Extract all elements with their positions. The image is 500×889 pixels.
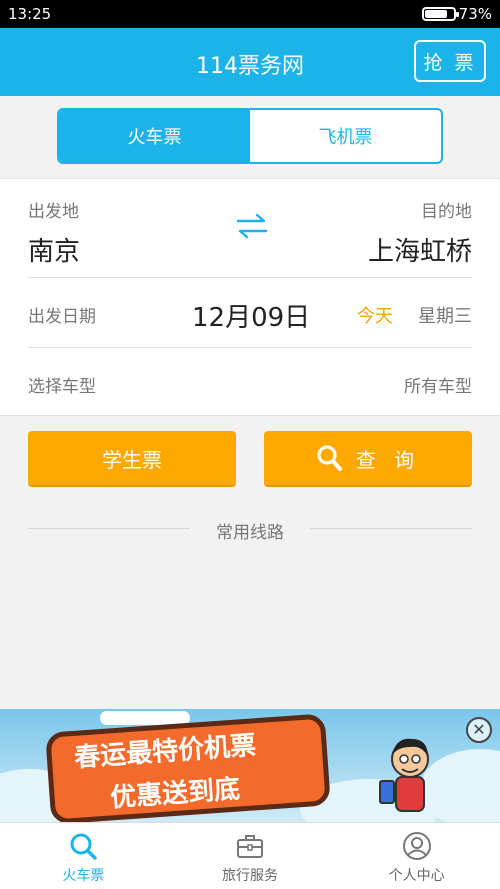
search-icon — [317, 445, 342, 471]
divider — [310, 528, 472, 529]
close-banner-icon[interactable]: ✕ — [466, 717, 492, 743]
tabbar-label: 旅行服务 — [222, 868, 278, 884]
student-ticket-label: 学生票 — [102, 447, 162, 472]
tabbar-item-profile[interactable]: 个人中心 — [333, 823, 500, 889]
divider — [28, 277, 472, 278]
query-button[interactable]: 查 询 — [264, 431, 472, 487]
departure-date[interactable]: 12月09日 — [192, 297, 310, 334]
tabbar-label: 火车票 — [62, 868, 105, 884]
tab-train-ticket[interactable]: 火车票 — [59, 110, 250, 162]
to-city[interactable]: 上海虹桥 — [368, 231, 472, 268]
weekday-label: 星期三 — [418, 306, 472, 327]
train-type-label[interactable]: 选择车型 — [28, 372, 96, 397]
status-bar: 13:25 73% — [0, 0, 500, 28]
tabbar-item-train[interactable]: 火车票 — [0, 823, 167, 889]
battery-icon — [422, 7, 459, 21]
from-city[interactable]: 南京 — [28, 231, 80, 268]
query-label: 查 询 — [355, 447, 421, 472]
briefcase-icon — [237, 835, 263, 858]
divider — [28, 347, 472, 348]
frequent-routes-title: 常用线路 — [216, 523, 284, 543]
search-form: 出发地 目的地 南京 上海虹桥 出发日期 12月09日 今天 星期三 选择车型 … — [0, 178, 500, 416]
ticket-type-tabs: 火车票 飞机票 — [57, 108, 443, 164]
to-label: 目的地 — [421, 202, 472, 222]
user-icon — [402, 832, 431, 860]
promo-banner[interactable]: 春运最特价机票 优惠送到底 ✕ — [0, 709, 500, 822]
status-time: 13:25 — [8, 5, 52, 23]
student-ticket-button[interactable]: 学生票 — [28, 431, 236, 487]
tabbar-label: 个人中心 — [388, 868, 445, 884]
frequent-routes-header: 常用线路 — [28, 518, 472, 543]
train-type-value[interactable]: 所有车型 — [404, 372, 472, 397]
battery-percent: 73% — [458, 5, 492, 23]
today-label: 今天 — [357, 306, 393, 327]
grab-ticket-button[interactable]: 抢 票 — [414, 40, 486, 82]
swap-stations-icon[interactable] — [236, 211, 268, 241]
tabbar-item-travel-service[interactable]: 旅行服务 — [167, 823, 334, 889]
bottom-tab-bar: 火车票 旅行服务 个人中心 — [0, 822, 500, 889]
app-header: 114票务网 抢 票 — [0, 28, 500, 96]
from-label: 出发地 — [28, 202, 79, 222]
tab-flight-ticket[interactable]: 飞机票 — [250, 110, 441, 162]
mascot-icon — [379, 738, 429, 812]
search-icon — [70, 833, 98, 860]
date-label: 出发日期 — [28, 307, 96, 327]
